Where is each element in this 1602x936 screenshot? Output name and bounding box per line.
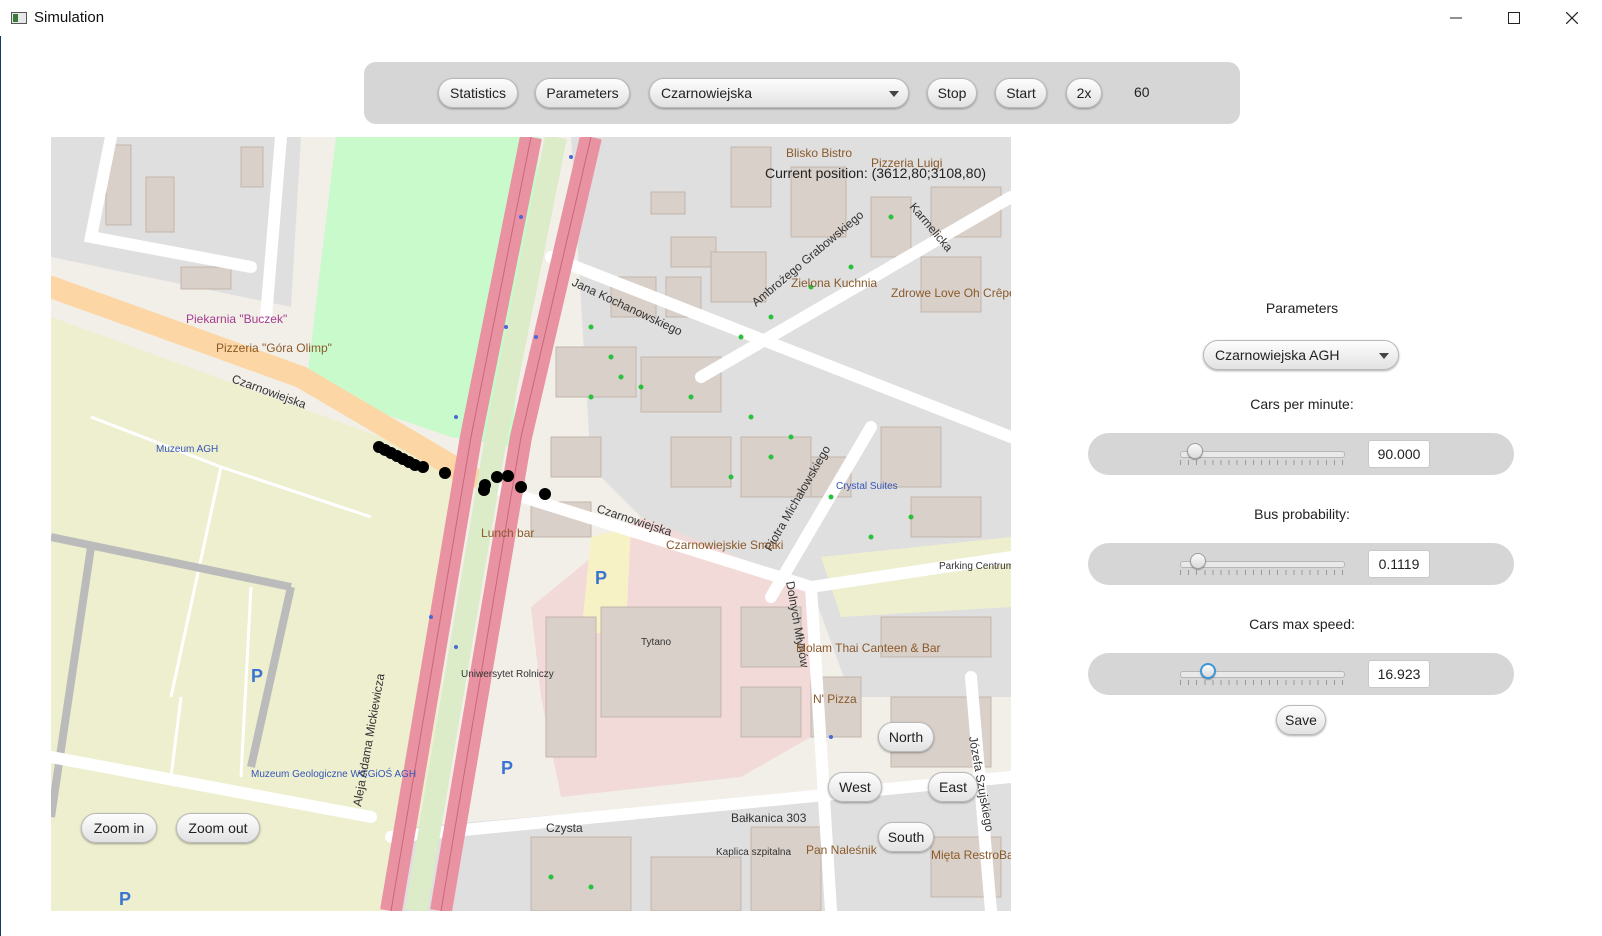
- bus-probability-slider[interactable]: [1189, 553, 1206, 569]
- map-poi-pan-nalesnik: Pan Naleśnik: [806, 843, 878, 857]
- bus-probability-row: 0.1119: [1088, 543, 1514, 585]
- statistics-button[interactable]: Statistics: [438, 78, 518, 108]
- map-poi-zielona-kuchnia: Zielona Kuchnia: [791, 276, 877, 290]
- pan-west-button[interactable]: West: [828, 772, 882, 802]
- car-marker: [479, 479, 491, 491]
- cars-max-speed-ticks: [1180, 680, 1343, 685]
- cars-max-speed-row: 16.923: [1088, 653, 1514, 695]
- map-view[interactable]: Czarnowiejska Czarnowiejska Jana Kochano…: [51, 137, 1011, 911]
- current-position-label: Current position: (3612,80;3108,80): [765, 165, 987, 181]
- intersection-combobox-value: Czarnowiejska AGH: [1215, 347, 1340, 363]
- cars-per-minute-input[interactable]: 90.000: [1368, 440, 1430, 468]
- map-street-czysta: Czysta: [546, 821, 583, 835]
- car-marker: [515, 481, 527, 493]
- window-title: Simulation: [34, 9, 105, 26]
- intersection-combobox[interactable]: Czarnowiejska AGH: [1203, 340, 1399, 370]
- stop-button[interactable]: Stop: [927, 78, 977, 108]
- pan-south-button[interactable]: South: [878, 822, 934, 852]
- cars-per-minute-slider[interactable]: [1186, 443, 1203, 459]
- chevron-down-icon: [1379, 353, 1389, 359]
- cars-max-speed-slider[interactable]: [1199, 663, 1216, 679]
- svg-text:P: P: [119, 889, 131, 909]
- car-marker: [539, 488, 551, 500]
- map-poi-pizzeria-olimp: Pizzeria "Góra Olimp": [216, 341, 332, 355]
- car-marker: [502, 470, 514, 482]
- map-poi-crystal-suites: Crystal Suites: [836, 481, 898, 492]
- window-border: [0, 36, 1, 936]
- zoom-in-button[interactable]: Zoom in: [81, 813, 157, 843]
- map-poi-piekarnia: Piekarnia "Buczek": [186, 312, 287, 326]
- bus-probability-input[interactable]: 0.1119: [1368, 550, 1430, 578]
- tick-counter: 60: [1134, 84, 1150, 100]
- zoom-out-button[interactable]: Zoom out: [176, 813, 260, 843]
- map-poi-lunch-bar: Lunch bar: [481, 526, 534, 540]
- map-poi-mieta: Mięta RestroBar: [931, 848, 1011, 862]
- map-poi-parking-centrum: Parking Centrum: [939, 561, 1011, 572]
- title-bar: Simulation: [0, 0, 1602, 36]
- pan-north-button[interactable]: North: [878, 722, 934, 752]
- cars-per-minute-ticks: [1180, 460, 1343, 465]
- map-poi-uniwersytet: Uniwersytet Rolniczy: [461, 669, 554, 680]
- svg-text:P: P: [251, 666, 263, 686]
- close-icon[interactable]: [1543, 0, 1601, 36]
- svg-text:P: P: [501, 758, 513, 778]
- start-button[interactable]: Start: [995, 78, 1047, 108]
- map-poi-balkanica: Bałkanica 303: [731, 811, 807, 825]
- car-marker: [491, 471, 503, 483]
- car-marker: [417, 461, 429, 473]
- map-poi-muzeum-geologiczne: Muzeum Geologiczne WGGiOŚ AGH: [251, 767, 416, 780]
- cars-per-minute-track[interactable]: [1180, 451, 1345, 458]
- pan-east-button[interactable]: East: [928, 772, 978, 802]
- map-poi-n-pizza: N' Pizza: [813, 692, 857, 706]
- bus-probability-ticks: [1180, 570, 1343, 575]
- cars-per-minute-label: Cars per minute:: [1250, 396, 1354, 412]
- speed-button[interactable]: 2x: [1066, 78, 1102, 108]
- cars-per-minute-row: 90.000: [1088, 433, 1514, 475]
- parameters-button[interactable]: Parameters: [535, 78, 630, 108]
- map-poi-muzeum-agh: Muzeum AGH: [156, 444, 218, 455]
- minimize-icon[interactable]: [1427, 0, 1485, 36]
- parameters-title: Parameters: [1265, 300, 1339, 316]
- map-poi-kaplica: Kaplica szpitalna: [716, 847, 791, 858]
- map-poi-zdrowe-love: Zdrowe Love Oh Crêpe: [891, 286, 1011, 300]
- cars-max-speed-label: Cars max speed:: [1249, 616, 1355, 632]
- save-button[interactable]: Save: [1276, 705, 1326, 735]
- bus-probability-label: Bus probability:: [1254, 506, 1350, 522]
- cars-max-speed-input[interactable]: 16.923: [1368, 660, 1430, 688]
- chevron-down-icon: [889, 91, 899, 97]
- map-poi-blisko-bistro: Blisko Bistro: [786, 146, 852, 160]
- location-combobox[interactable]: Czarnowiejska: [649, 78, 909, 108]
- app-icon: [11, 12, 27, 24]
- map-poi-tytano: Tytano: [641, 637, 671, 648]
- car-marker: [439, 467, 451, 479]
- svg-text:P: P: [595, 568, 607, 588]
- location-combobox-value: Czarnowiejska: [661, 85, 753, 101]
- map-poi-molam-thai: Molam Thai Canteen & Bar: [796, 641, 941, 655]
- maximize-icon[interactable]: [1485, 0, 1543, 36]
- map-poi-czarnowiejskie-smaki: Czarnowiejskie Smaki: [666, 538, 783, 552]
